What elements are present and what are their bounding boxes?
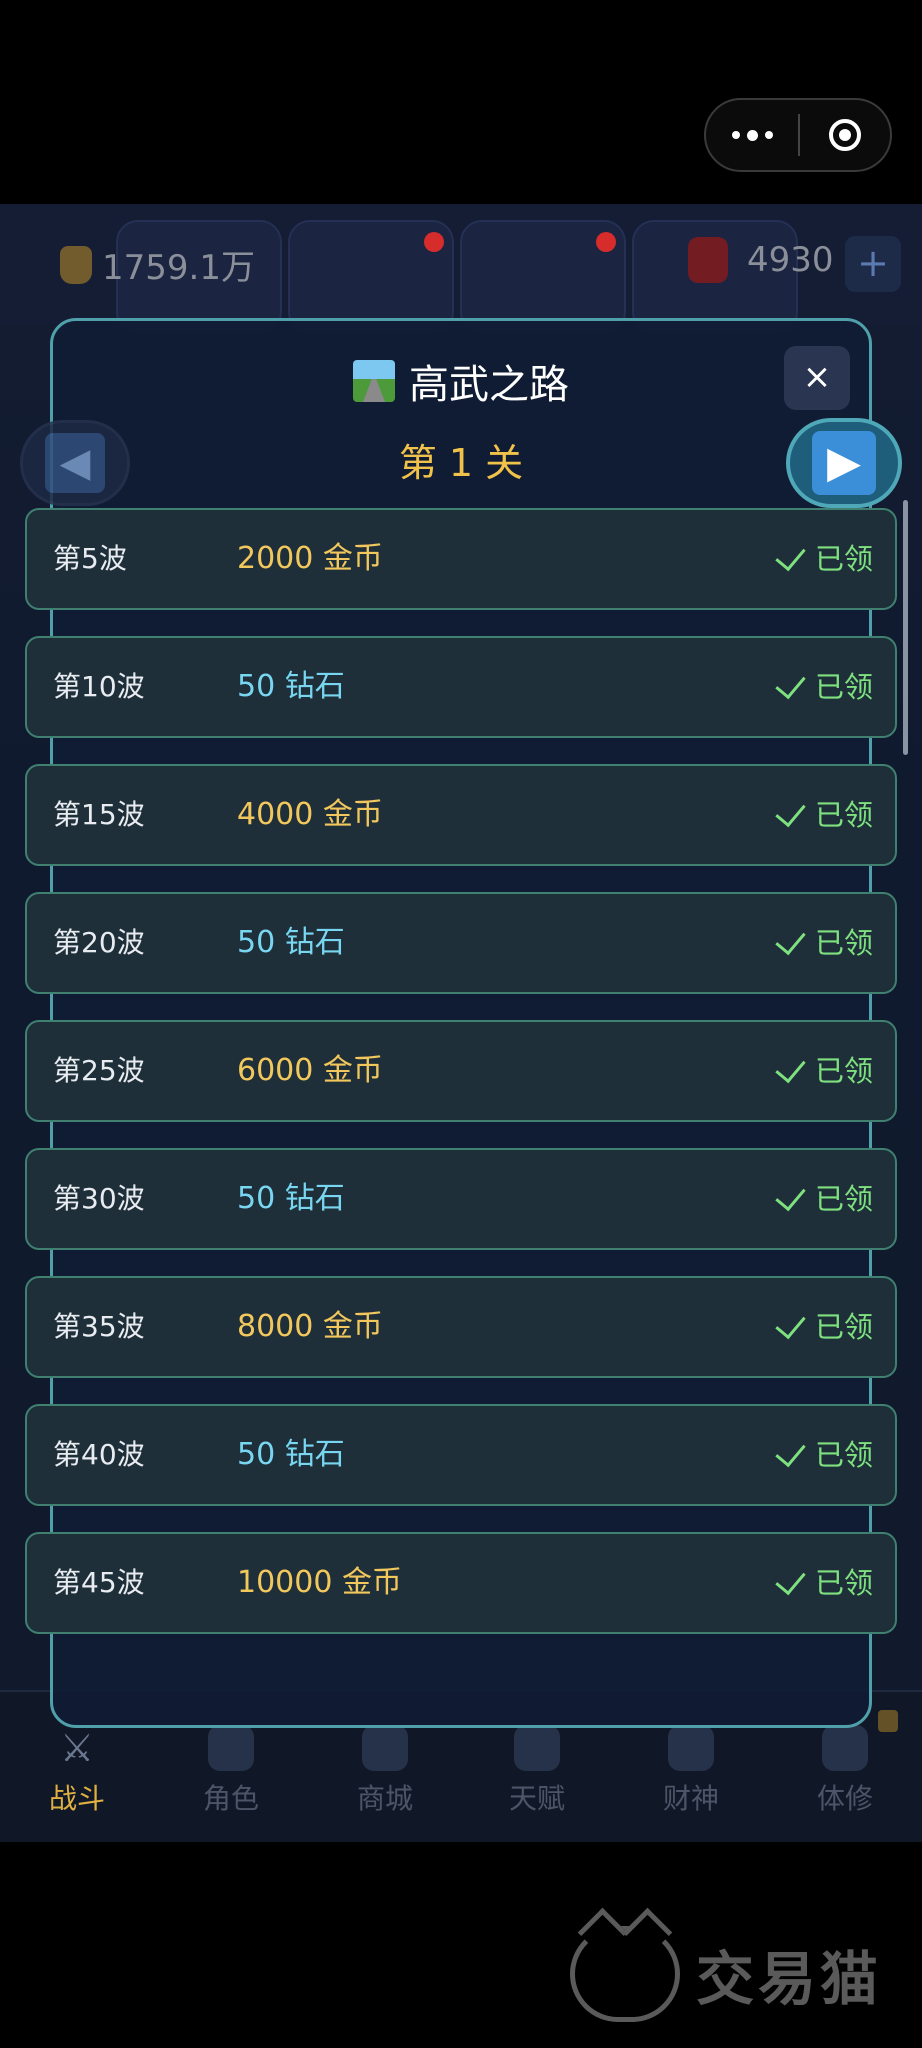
check-icon xyxy=(775,1307,806,1339)
check-icon xyxy=(775,1051,806,1083)
status-text: 已领 xyxy=(814,542,873,576)
status-text: 已领 xyxy=(814,670,873,704)
status-text: 已领 xyxy=(814,1054,873,1088)
cart-icon xyxy=(362,1725,408,1771)
topbar-card-road[interactable] xyxy=(460,220,626,334)
nav-label: 天赋 xyxy=(508,1782,565,1815)
nav-character[interactable]: 角色 xyxy=(176,1725,286,1817)
wave-label: 第20波 xyxy=(53,926,145,959)
more-options-icon[interactable] xyxy=(706,129,798,141)
diamond-amount: 4930 xyxy=(747,240,834,280)
status-text: 已领 xyxy=(814,1182,873,1216)
claimed-status: 已领 xyxy=(775,638,873,736)
person-icon xyxy=(208,1725,254,1771)
modal-title-text: 高武之路 xyxy=(409,362,569,408)
tree-icon xyxy=(514,1725,560,1771)
nav-label: 战斗 xyxy=(48,1782,105,1815)
nav-talent[interactable]: 天赋 xyxy=(482,1725,592,1817)
check-icon xyxy=(775,1179,806,1211)
prize-label: 10000 金币 xyxy=(237,1565,402,1600)
reward-row[interactable]: 第5波 2000 金币 已领 xyxy=(25,508,897,610)
nav-label: 体修 xyxy=(816,1782,873,1815)
reward-row[interactable]: 第35波 8000 金币 已领 xyxy=(25,1276,897,1378)
wave-label: 第5波 xyxy=(53,542,127,575)
check-icon xyxy=(775,795,806,827)
status-text: 已领 xyxy=(814,926,873,960)
reward-row[interactable]: 第40波 50 钻石 已领 xyxy=(25,1404,897,1506)
wave-label: 第10波 xyxy=(53,670,145,703)
close-button[interactable]: × xyxy=(784,346,850,410)
reward-row[interactable]: 第10波 50 钻石 已领 xyxy=(25,636,897,738)
reward-row[interactable]: 第30波 50 钻石 已领 xyxy=(25,1148,897,1250)
prize-label: 50 钻石 xyxy=(237,669,345,704)
meditation-icon xyxy=(822,1725,868,1771)
miniprogram-capsule xyxy=(704,98,892,172)
claimed-status: 已领 xyxy=(775,1534,873,1632)
notification-dot xyxy=(596,232,616,252)
claimed-status: 已领 xyxy=(775,1406,873,1504)
prize-label: 50 钻石 xyxy=(237,1181,345,1216)
nav-battle[interactable]: ⚔ 战斗 xyxy=(22,1725,132,1817)
claimed-status: 已领 xyxy=(775,1150,873,1248)
crossed-swords-icon: ⚔ xyxy=(59,1726,95,1770)
wave-label: 第35波 xyxy=(53,1310,145,1343)
exit-miniprogram-icon[interactable] xyxy=(800,119,890,151)
nav-fortune[interactable]: 财神 xyxy=(636,1725,746,1817)
reward-row[interactable]: 第25波 6000 金币 已领 xyxy=(25,1020,897,1122)
watermark-text: 交易猫 xyxy=(696,1945,883,2013)
claimed-status: 已领 xyxy=(775,510,873,608)
status-text: 已领 xyxy=(814,798,873,832)
check-icon xyxy=(775,1435,806,1467)
wave-label: 第45波 xyxy=(53,1566,145,1599)
claimed-status: 已领 xyxy=(775,894,873,992)
add-currency-button[interactable]: + xyxy=(845,236,901,292)
reward-list: 第5波 2000 金币 已领 第10波 50 钻石 已领 第15波 4000 金币 已领 第20波… xyxy=(25,508,897,1660)
claimed-status: 已领 xyxy=(775,766,873,864)
nav-label: 商城 xyxy=(356,1782,413,1815)
diamond-balance: 4930 xyxy=(688,237,834,283)
nav-label: 角色 xyxy=(202,1782,259,1815)
notification-dot xyxy=(424,232,444,252)
status-text: 已领 xyxy=(814,1438,873,1472)
lock-icon xyxy=(878,1710,898,1732)
nav-body-cultivation[interactable]: 体修 xyxy=(790,1725,900,1817)
claimed-status: 已领 xyxy=(775,1022,873,1120)
reward-row[interactable]: 第45波 10000 金币 已领 xyxy=(25,1532,897,1634)
wave-label: 第30波 xyxy=(53,1182,145,1215)
claimed-status: 已领 xyxy=(775,1278,873,1376)
money-bag-icon xyxy=(60,245,92,284)
prize-label: 8000 金币 xyxy=(237,1309,383,1344)
prize-label: 4000 金币 xyxy=(237,797,383,832)
railway-road-icon xyxy=(353,360,395,402)
check-icon xyxy=(775,1563,806,1595)
backpack-icon xyxy=(688,237,728,283)
wave-label: 第25波 xyxy=(53,1054,145,1087)
check-icon xyxy=(775,667,806,699)
prize-label: 6000 金币 xyxy=(237,1053,383,1088)
check-icon xyxy=(775,923,806,955)
status-text: 已领 xyxy=(814,1566,873,1600)
reward-row[interactable]: 第20波 50 钻石 已领 xyxy=(25,892,897,994)
scrollbar[interactable] xyxy=(903,500,908,755)
check-icon xyxy=(775,539,806,571)
topbar-card-sparkle[interactable] xyxy=(288,220,454,334)
nav-label: 财神 xyxy=(662,1782,719,1815)
prize-label: 50 钻石 xyxy=(237,925,345,960)
nav-shop[interactable]: 商城 xyxy=(330,1725,440,1817)
prize-label: 50 钻石 xyxy=(237,1437,345,1472)
reward-row[interactable]: 第15波 4000 金币 已领 xyxy=(25,764,897,866)
level-title: 第 1 关 xyxy=(398,441,524,485)
watermark: 交易猫 xyxy=(570,1926,882,2022)
wave-label: 第40波 xyxy=(53,1438,145,1471)
money-bag-icon xyxy=(668,1725,714,1771)
status-text: 已领 xyxy=(814,1310,873,1344)
coin-amount: 1759.1万 xyxy=(102,248,255,288)
prize-label: 2000 金币 xyxy=(237,541,383,576)
coin-balance: 1759.1万 xyxy=(60,240,255,289)
cat-logo-icon xyxy=(570,1926,680,2022)
wave-label: 第15波 xyxy=(53,798,145,831)
